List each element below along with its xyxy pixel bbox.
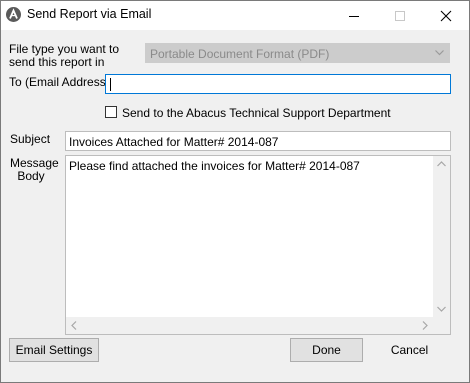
- minimize-icon: [349, 16, 359, 17]
- vertical-scrollbar[interactable]: [433, 156, 450, 317]
- maximize-icon: [395, 11, 405, 21]
- message-body-textarea[interactable]: Please find attached the invoices for Ma…: [65, 155, 451, 335]
- text-caret: [110, 78, 111, 91]
- file-type-label-line1: File type you want to send this report i…: [9, 42, 120, 69]
- done-label: Done: [312, 343, 341, 357]
- close-icon: [440, 10, 452, 22]
- subject-value: Invoices Attached for Matter# 2014-087: [69, 135, 279, 149]
- scrollbar-corner: [433, 317, 450, 334]
- scroll-up-icon[interactable]: [437, 161, 446, 167]
- email-settings-button[interactable]: Email Settings: [9, 338, 99, 362]
- scroll-left-icon[interactable]: [71, 321, 77, 330]
- scroll-right-icon[interactable]: [422, 321, 428, 330]
- tech-support-label[interactable]: Send to the Abacus Technical Support Dep…: [122, 106, 391, 120]
- abacus-logo-icon: [6, 7, 21, 22]
- close-button[interactable]: [423, 1, 469, 30]
- message-body-value: Please find attached the invoices for Ma…: [69, 159, 360, 173]
- scroll-down-icon[interactable]: [437, 306, 446, 312]
- file-type-select[interactable]: Portable Document Format (PDF): [145, 43, 450, 63]
- email-settings-label: Email Settings: [15, 343, 93, 357]
- to-email-input[interactable]: [105, 74, 451, 94]
- title-bar[interactable]: Send Report via Email: [1, 1, 469, 30]
- file-type-label: File type you want to send this report i…: [9, 43, 121, 69]
- subject-input[interactable]: Invoices Attached for Matter# 2014-087: [65, 131, 451, 151]
- cancel-button[interactable]: Cancel: [373, 338, 446, 362]
- file-type-value: Portable Document Format (PDF): [150, 47, 330, 61]
- maximize-button[interactable]: [377, 1, 423, 30]
- tech-support-checkbox[interactable]: [105, 106, 117, 118]
- to-email-label: To (Email Address): [9, 75, 110, 89]
- done-button[interactable]: Done: [290, 338, 363, 362]
- minimize-button[interactable]: [331, 1, 377, 30]
- window-title: Send Report via Email: [27, 7, 152, 21]
- message-body-label: Message Body: [10, 156, 59, 183]
- cancel-label: Cancel: [390, 343, 429, 357]
- horizontal-scrollbar[interactable]: [66, 317, 433, 334]
- chevron-down-icon: [435, 50, 444, 56]
- dialog-body: File type you want to send this report i…: [1, 30, 469, 382]
- send-report-dialog: Send Report via Email File type you want…: [0, 0, 470, 383]
- subject-label: Subject: [10, 132, 51, 146]
